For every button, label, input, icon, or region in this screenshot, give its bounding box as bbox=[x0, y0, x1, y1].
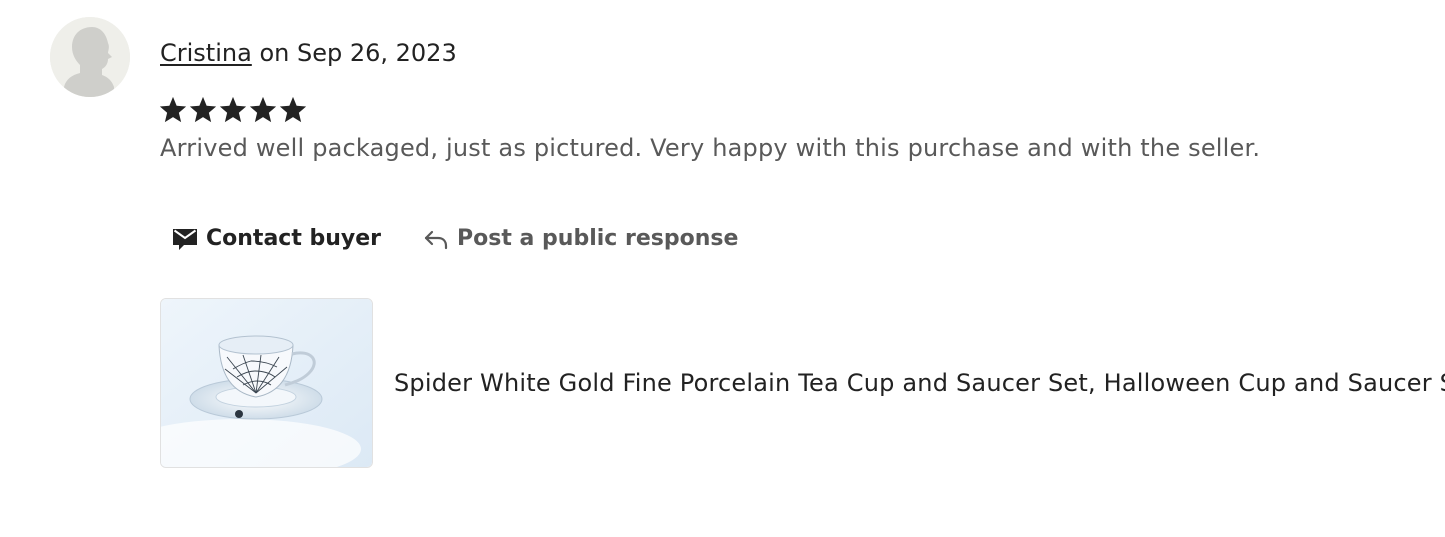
star-icon bbox=[159, 96, 187, 123]
review-text: Arrived well packaged, just as pictured.… bbox=[160, 134, 1261, 162]
post-public-response-label: Post a public response bbox=[457, 225, 739, 251]
listing-link[interactable]: Spider White Gold Fine Porcelain Tea Cup… bbox=[160, 298, 1445, 468]
post-public-response-button[interactable]: Post a public response bbox=[411, 216, 750, 260]
star-icon bbox=[279, 96, 307, 123]
contact-buyer-label: Contact buyer bbox=[206, 225, 382, 251]
listing-title: Spider White Gold Fine Porcelain Tea Cup… bbox=[394, 369, 1445, 397]
review-byline: Cristina on Sep 26, 2023 bbox=[160, 36, 457, 70]
reply-arrow-icon bbox=[423, 225, 449, 251]
teacup-image bbox=[161, 299, 372, 467]
author-link[interactable]: Cristina bbox=[160, 39, 252, 67]
star-icon bbox=[219, 96, 247, 123]
review-date: Sep 26, 2023 bbox=[296, 39, 457, 67]
envelope-icon bbox=[172, 225, 198, 251]
contact-buyer-button[interactable]: Contact buyer bbox=[160, 216, 393, 260]
review-actions: Contact buyer Post a public response bbox=[160, 216, 750, 260]
review-card: Cristina on Sep 26, 2023 Arrived well pa… bbox=[0, 0, 1445, 537]
listing-thumbnail[interactable] bbox=[160, 298, 373, 468]
star-rating bbox=[158, 94, 308, 126]
user-silhouette-icon bbox=[50, 17, 130, 97]
avatar[interactable] bbox=[50, 17, 130, 97]
star-icon bbox=[249, 96, 277, 123]
star-icon bbox=[189, 96, 217, 123]
date-prefix: on bbox=[259, 39, 290, 67]
